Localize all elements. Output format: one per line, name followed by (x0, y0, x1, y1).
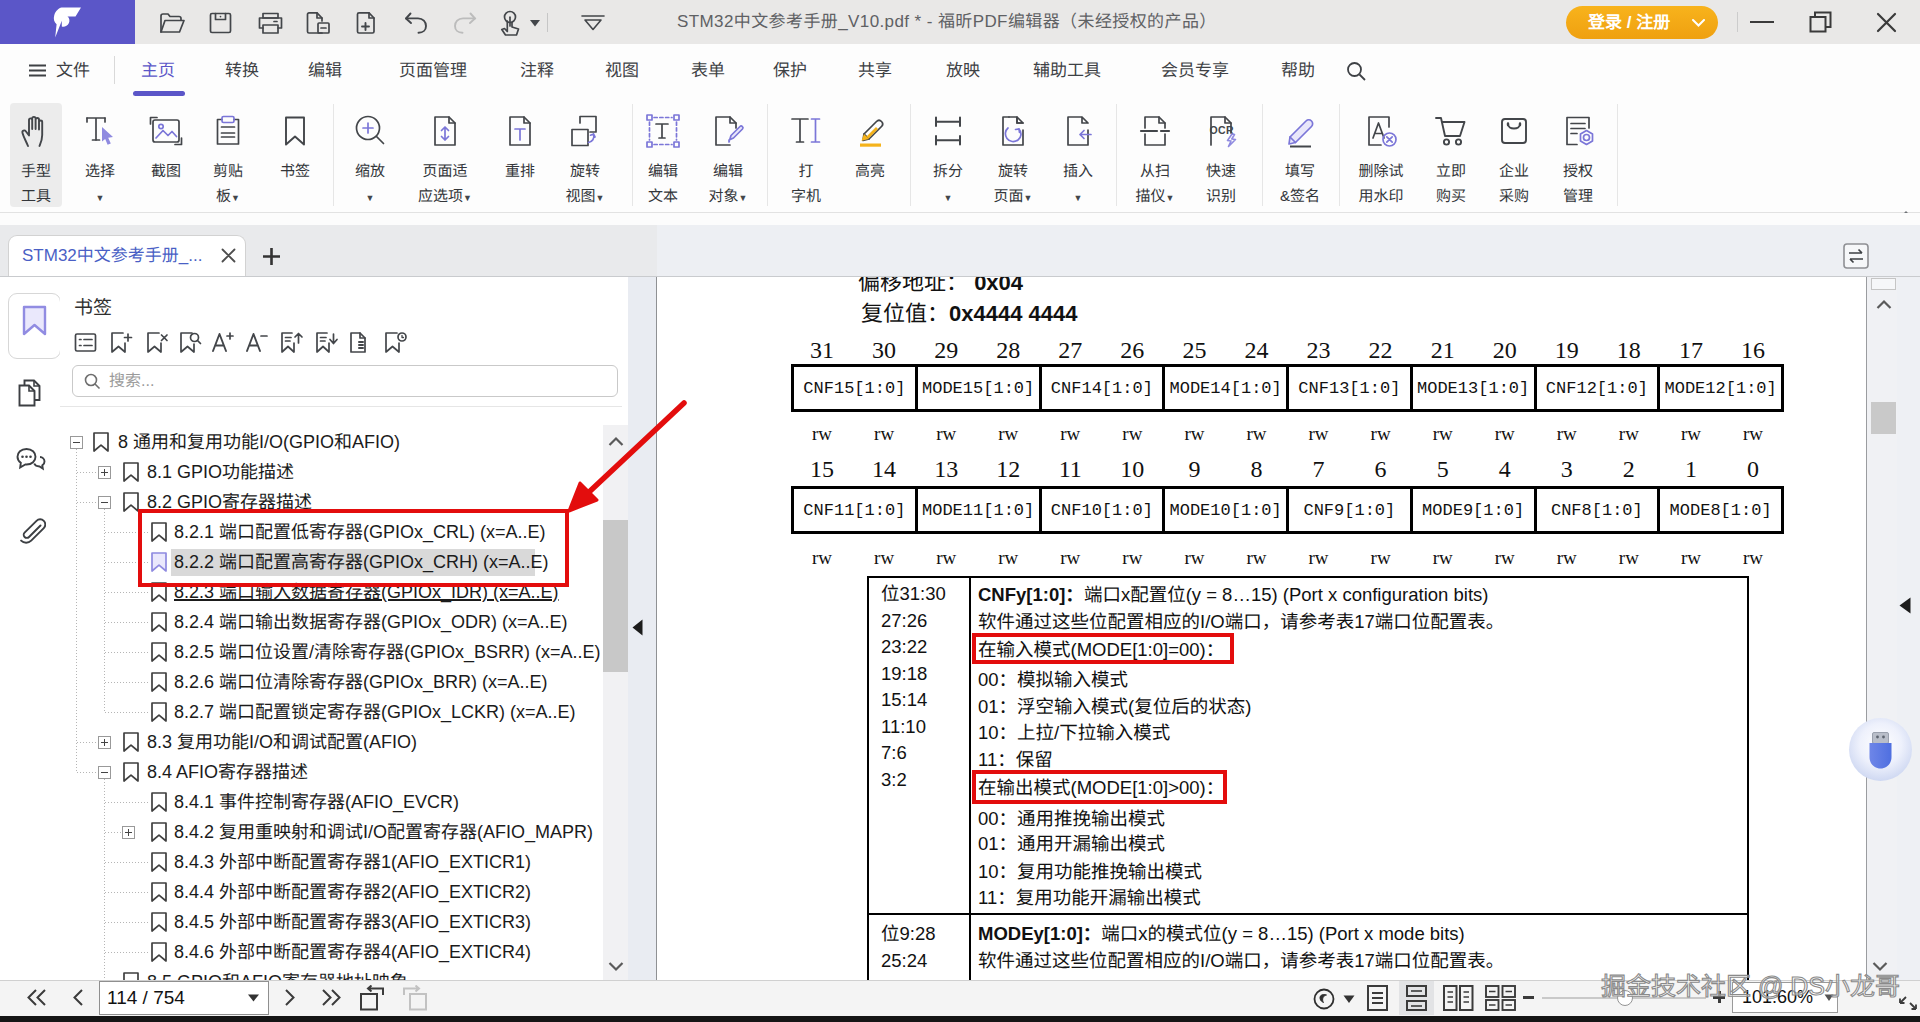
svg-text:OCR: OCR (1210, 124, 1235, 136)
